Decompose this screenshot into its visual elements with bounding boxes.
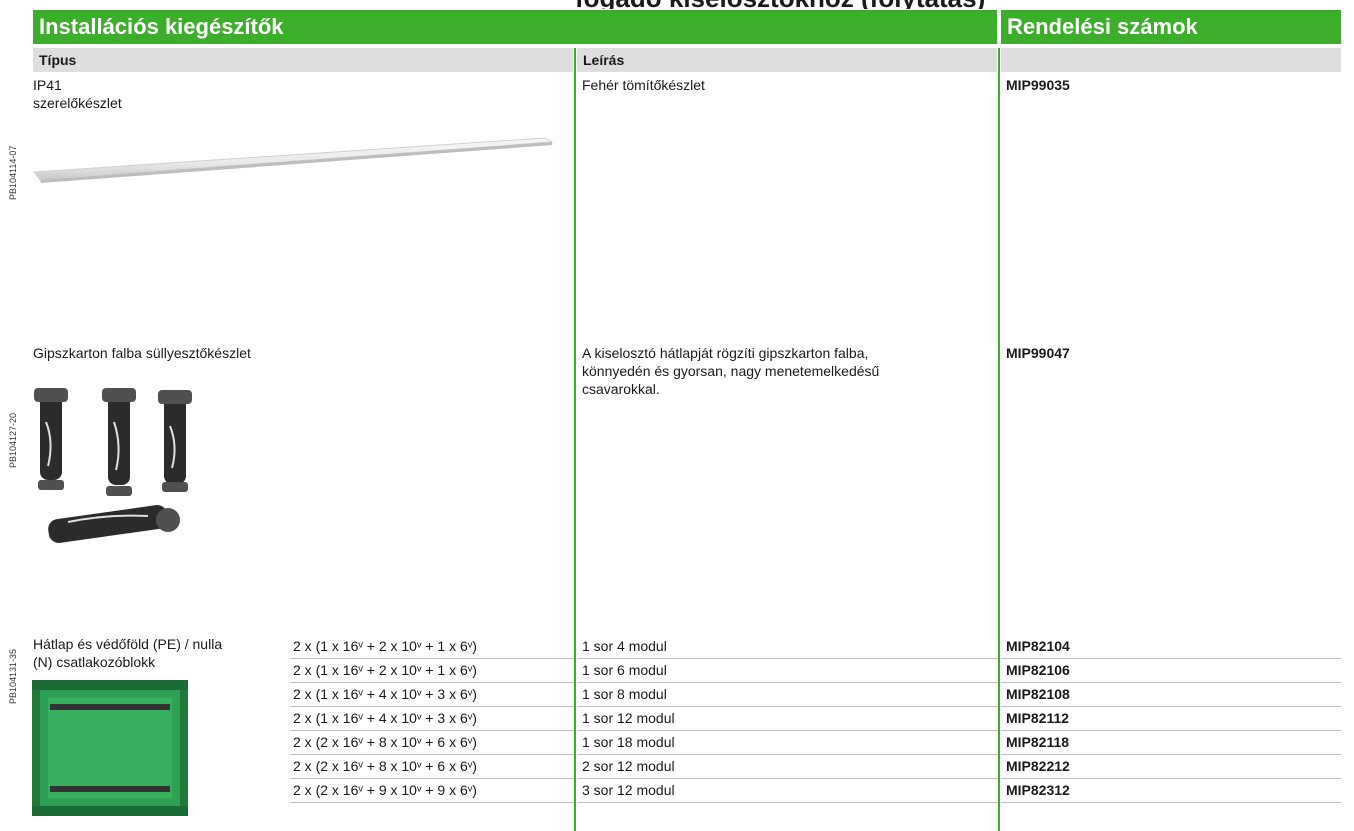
row-separator [1001,778,1341,779]
flush-mount-anchors-image [34,388,192,543]
item-description: 1 sor 8 modul [582,686,667,702]
row-separator [1001,802,1341,803]
back-plate-image [32,680,188,816]
item-spec: 2 x (2 x 16ᵛ + 8 x 10ᵛ + 6 x 6ᵛ) [293,758,477,774]
row-separator [577,730,998,731]
row-separator [1001,658,1341,659]
order-code: MIP82106 [1006,662,1070,678]
row-separator [1001,682,1341,683]
row-separator [577,658,998,659]
column-divider [998,48,1000,831]
row-separator [1001,730,1341,731]
row-type-label: Hátlap és védőföld (PE) / nulla [33,636,223,652]
item-spec: 2 x (1 x 16ᵛ + 4 x 10ᵛ + 3 x 6ᵛ) [293,686,477,702]
figure-code: PB104127-20 [8,412,18,468]
row-separator [577,682,998,683]
row-type-label: IP41 [33,77,62,93]
column-divider [574,48,576,831]
page-title-fragment: fogadó kiselosztókhoz (folytatás) [575,0,1175,9]
row-separator [577,706,998,707]
description-column-header: Leírás [577,48,997,72]
order-code: MIP99035 [1006,77,1070,93]
row-type-label: (N) csatlakozóblokk [33,654,156,670]
order-code: MIP82112 [1006,710,1070,726]
item-spec: 2 x (2 x 16ᵛ + 9 x 10ᵛ + 9 x 6ᵛ) [293,782,477,798]
figure-code: PB104131-35 [8,648,18,704]
row-type-label: szerelőkészlet [33,95,122,111]
row-separator [290,658,574,659]
order-code: MIP82212 [1006,758,1070,774]
row-separator [1001,706,1341,707]
section-header: Installációs kiegészítők [33,10,997,44]
row-type-label: Gipszkarton falba süllyesztőkészlet [33,345,251,361]
item-description: 1 sor 4 modul [582,638,667,654]
row-separator [1001,754,1341,755]
order-code: MIP82104 [1006,638,1070,654]
item-spec: 2 x (1 x 16ᵛ + 4 x 10ᵛ + 3 x 6ᵛ) [293,710,477,726]
seal-strip-image [33,137,554,183]
row-separator [577,754,998,755]
item-description: 1 sor 18 modul [582,734,675,750]
item-spec: 2 x (1 x 16ᵛ + 2 x 10ᵛ + 1 x 6ᵛ) [293,638,477,654]
row-separator [290,754,574,755]
row-description: csavarokkal. [582,381,660,397]
item-description: 1 sor 6 modul [582,662,667,678]
order-numbers-header: Rendelési számok [1001,10,1341,44]
order-code: MIP82312 [1006,782,1070,798]
row-description: Fehér tömítőkészlet [582,77,705,93]
code-column-header [1001,48,1341,72]
figure-code: PB104114-07 [8,145,18,200]
row-separator [290,802,574,803]
row-separator [290,778,574,779]
item-spec: 2 x (1 x 16ᵛ + 2 x 10ᵛ + 1 x 6ᵛ) [293,662,477,678]
row-separator [290,730,574,731]
row-description: A kiselosztó hátlapját rögzíti gipszkart… [582,345,869,361]
item-description: 2 sor 12 modul [582,758,675,774]
row-separator [290,682,574,683]
item-spec: 2 x (2 x 16ᵛ + 8 x 10ᵛ + 6 x 6ᵛ) [293,734,477,750]
row-separator [577,778,998,779]
item-description: 3 sor 12 modul [582,782,675,798]
order-code: MIP99047 [1006,345,1070,361]
row-separator [290,706,574,707]
type-column-header: Típus [33,48,573,72]
row-separator [577,802,998,803]
order-code: MIP82108 [1006,686,1070,702]
row-description: könnyedén és gyorsan, nagy menetemelkedé… [582,363,880,379]
item-description: 1 sor 12 modul [582,710,675,726]
order-code: MIP82118 [1006,734,1070,750]
